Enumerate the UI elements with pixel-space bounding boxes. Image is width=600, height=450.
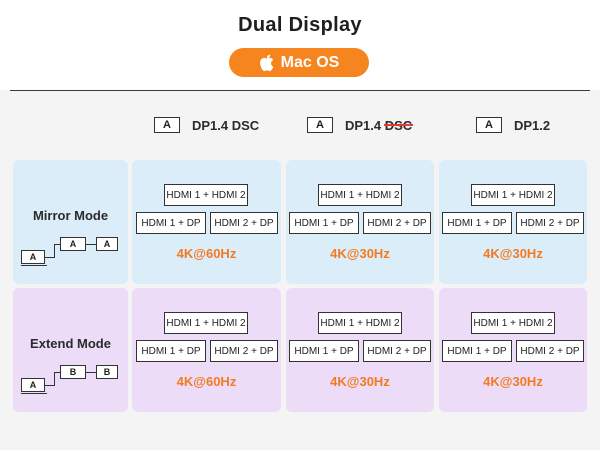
cell-mirror-dp14-no-dsc: HDMI 1 + HDMI 2 HDMI 1 + DP HDMI 2 + DP … — [286, 160, 434, 284]
cell-mirror-dp14-dsc: HDMI 1 + HDMI 2 HDMI 1 + DP HDMI 2 + DP … — [132, 160, 281, 284]
port-combo-box: HDMI 1 + DP — [289, 340, 359, 362]
cable — [86, 244, 96, 245]
cell-extend-dp12: HDMI 1 + HDMI 2 HDMI 1 + DP HDMI 2 + DP … — [439, 288, 587, 412]
header-area: Dual Display Mac OS — [0, 0, 600, 90]
os-badge: Mac OS — [229, 48, 369, 77]
column-title-prefix: DP1.4 — [345, 117, 385, 133]
resolution-label: 4K@30Hz — [483, 246, 543, 261]
port-combo-box: HDMI 1 + DP — [442, 340, 512, 362]
cell-extend-dp14-no-dsc: HDMI 1 + HDMI 2 HDMI 1 + DP HDMI 2 + DP … — [286, 288, 434, 412]
cable — [54, 372, 55, 386]
port-combo-box: HDMI 2 + DP — [516, 340, 584, 362]
port-combo-box: HDMI 1 + DP — [136, 340, 206, 362]
column-header-dp14-dsc: A DP1.4 DSC — [154, 117, 259, 133]
column-header-dp14-no-dsc: A DP1.4 DSC — [307, 117, 412, 133]
port-combo-box: HDMI 1 + DP — [136, 212, 206, 234]
port-combo-box: HDMI 2 + DP — [363, 340, 431, 362]
cable — [86, 372, 96, 373]
port-combo-box: HDMI 1 + HDMI 2 — [318, 312, 402, 334]
port-combo-box: HDMI 2 + DP — [210, 212, 278, 234]
column-title: DP1.4 DSC — [192, 117, 260, 133]
column-title: DP1.2 — [514, 117, 551, 133]
laptop-icon: A — [21, 250, 45, 264]
row-label-card-mirror: Mirror Mode A A A — [13, 160, 128, 284]
resolution-label: 4K@30Hz — [483, 374, 543, 389]
os-badge-label: Mac OS — [280, 53, 340, 71]
cell-extend-dp14-dsc: HDMI 1 + HDMI 2 HDMI 1 + DP HDMI 2 + DP … — [132, 288, 281, 412]
port-combo-box: HDMI 2 + DP — [210, 340, 278, 362]
column-title: DP1.4 DSC — [345, 118, 412, 133]
resolution-label: 4K@60Hz — [176, 246, 237, 261]
laptop-base — [21, 265, 47, 266]
port-combo-box: HDMI 1 + HDMI 2 — [318, 184, 402, 206]
cable — [54, 244, 55, 258]
monitor-icon: A — [60, 237, 86, 251]
row-label: Mirror Mode — [32, 208, 109, 223]
monitor-icon: A — [96, 237, 118, 251]
monitor-icon: A — [307, 117, 333, 133]
struck-dsc-label: DSC — [384, 117, 413, 133]
column-header-dp12: A DP1.2 — [476, 117, 550, 133]
port-combo-box: HDMI 1 + DP — [289, 212, 359, 234]
resolution-label: 4K@60Hz — [176, 374, 237, 389]
resolution-label: 4K@30Hz — [330, 374, 390, 389]
page-title: Dual Display — [238, 14, 362, 36]
port-combo-box: HDMI 2 + DP — [516, 212, 584, 234]
port-combo-box: HDMI 1 + HDMI 2 — [164, 184, 248, 206]
row-label-card-extend: Extend Mode A B B — [13, 288, 128, 412]
cell-mirror-dp12: HDMI 1 + HDMI 2 HDMI 1 + DP HDMI 2 + DP … — [439, 160, 587, 284]
monitor-icon: B — [96, 365, 118, 379]
monitor-icon: A — [476, 117, 502, 133]
port-combo-box: HDMI 1 + HDMI 2 — [164, 312, 248, 334]
row-label: Extend Mode — [30, 336, 111, 351]
laptop-icon: A — [21, 378, 45, 392]
port-combo-box: HDMI 1 + HDMI 2 — [471, 184, 555, 206]
port-combo-box: HDMI 1 + HDMI 2 — [471, 312, 555, 334]
resolution-label: 4K@30Hz — [330, 246, 390, 261]
port-combo-box: HDMI 1 + DP — [442, 212, 512, 234]
header-divider — [10, 90, 590, 91]
monitor-icon: A — [154, 117, 180, 133]
laptop-base — [21, 393, 47, 394]
monitor-icon: B — [60, 365, 86, 379]
apple-logo-icon — [259, 54, 273, 71]
port-combo-box: HDMI 2 + DP — [363, 212, 431, 234]
